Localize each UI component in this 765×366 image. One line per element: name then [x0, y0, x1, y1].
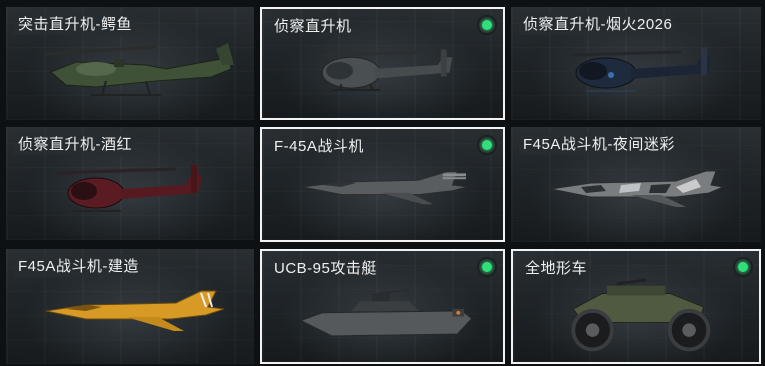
vehicle-name: 侦察直升机-酒红	[14, 132, 136, 155]
vehicle-card[interactable]: F45A战斗机-建造	[6, 249, 254, 364]
vehicle-name: 全地形车	[525, 260, 588, 277]
vehicle-card[interactable]: F45A战斗机-夜间迷彩	[511, 127, 761, 242]
vehicle-card[interactable]: 突击直升机-鳄鱼	[6, 7, 254, 120]
vehicle-name: F45A战斗机-夜间迷彩	[519, 132, 679, 155]
vehicle-name: UCB-95攻击艇	[274, 260, 377, 277]
vehicle-name: 突击直升机-鳄鱼	[14, 12, 136, 35]
vehicle-card[interactable]: F-45A战斗机	[260, 127, 505, 242]
vehicle-card[interactable]: 侦察直升机	[260, 7, 505, 120]
vehicle-card[interactable]: 侦察直升机-酒红	[6, 127, 254, 240]
vehicle-name: F45A战斗机-建造	[14, 254, 143, 277]
vehicle-grid: 突击直升机-鳄鱼 侦察直升机 侦察直升机-烟火2026 侦察直升机-酒红 F-4…	[0, 0, 765, 366]
status-indicator	[479, 137, 495, 153]
vehicle-card[interactable]: 侦察直升机-烟火2026	[511, 7, 761, 120]
vehicle-card[interactable]: UCB-95攻击艇	[260, 249, 505, 364]
status-indicator	[735, 259, 751, 275]
status-indicator	[479, 17, 495, 33]
status-indicator	[479, 259, 495, 275]
vehicle-card[interactable]: 全地形车	[511, 249, 761, 364]
vehicle-name: F-45A战斗机	[274, 138, 364, 155]
vehicle-name: 侦察直升机	[274, 18, 352, 35]
vehicle-name: 侦察直升机-烟火2026	[519, 12, 677, 35]
